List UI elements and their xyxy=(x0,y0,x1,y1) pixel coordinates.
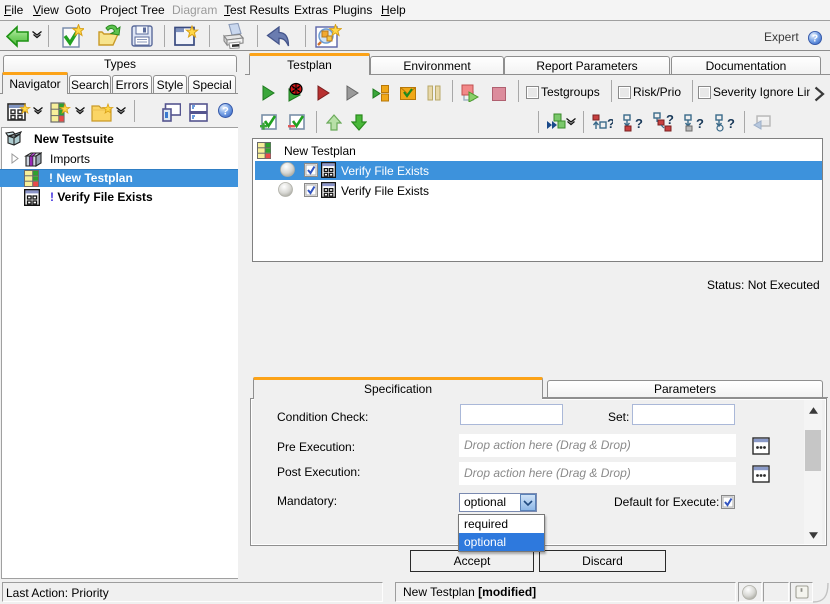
svg-text:?: ? xyxy=(666,112,674,127)
svg-text:?: ? xyxy=(635,116,643,131)
svg-text:?: ? xyxy=(222,106,229,118)
svg-text:?: ? xyxy=(607,116,613,131)
svg-text:?: ? xyxy=(727,116,735,131)
svg-text:?: ? xyxy=(696,116,704,131)
svg-text:?: ? xyxy=(812,34,818,45)
